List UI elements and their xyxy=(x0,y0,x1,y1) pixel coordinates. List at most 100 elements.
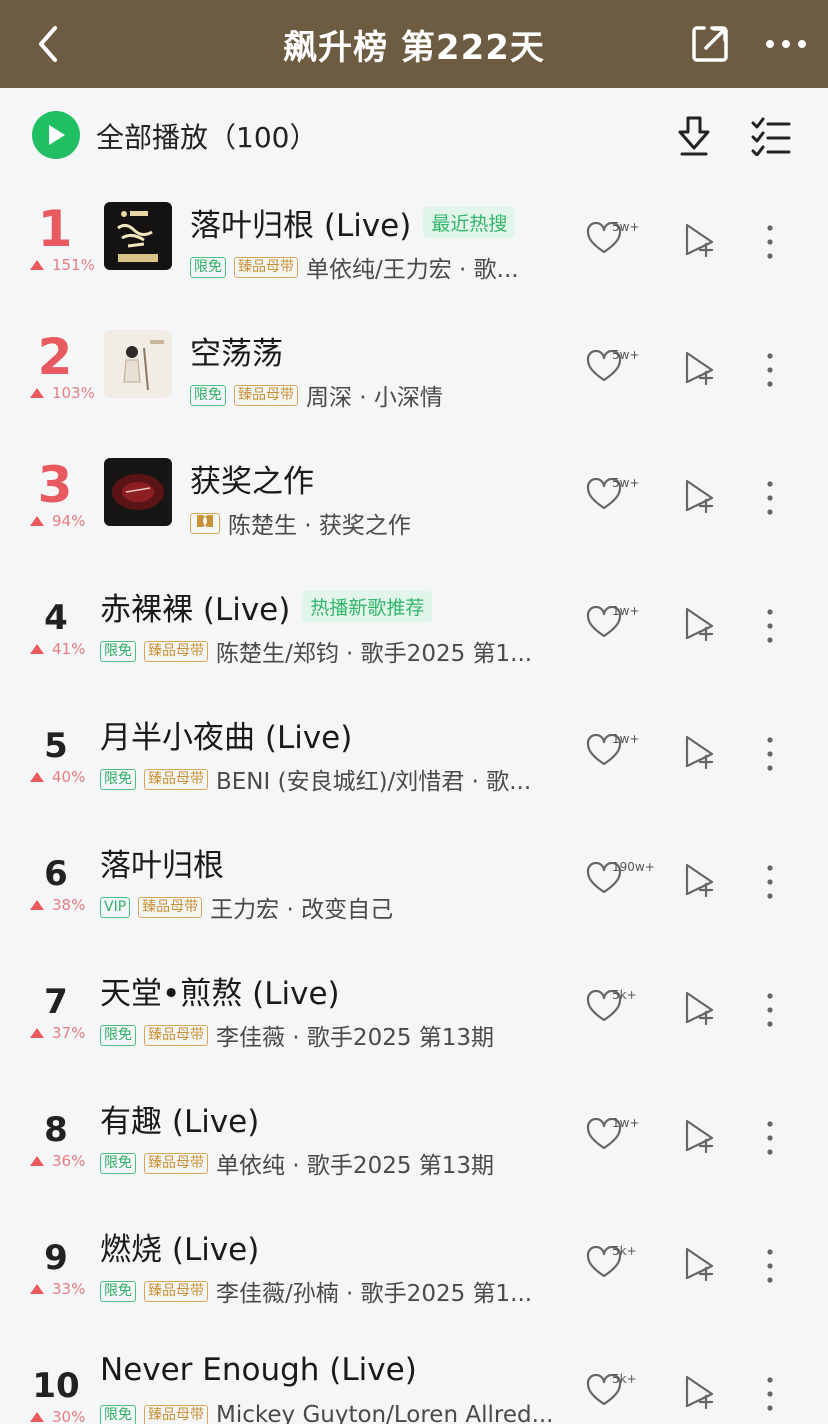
song-title[interactable]: 赤裸裸 (Live) xyxy=(100,584,290,629)
more-button[interactable] xyxy=(760,22,812,66)
row-more-icon xyxy=(767,1121,773,1155)
song-title[interactable]: 月半小夜曲 (Live) xyxy=(100,712,352,757)
share-button[interactable] xyxy=(688,22,732,66)
row-more-button[interactable] xyxy=(762,606,778,646)
like-button[interactable]: 190w+ xyxy=(586,858,656,898)
song-title[interactable]: 落叶归根 xyxy=(100,840,224,885)
song-row[interactable]: 1 151% 落叶归根 (Live) 最近热搜 限免 臻品母带 单依纯/王力宏 · 歌...… xyxy=(0,178,828,306)
song-row[interactable]: 8 36% 有趣 (Live) 限免 臻品母带 单依纯 · 歌手2025 第13期 1w+ xyxy=(0,1074,828,1202)
like-button[interactable]: 1w+ xyxy=(586,730,656,770)
row-more-icon xyxy=(767,993,773,1027)
song-meta-line: 限免 臻品母带 单依纯 · 歌手2025 第13期 xyxy=(100,1146,494,1180)
like-button[interactable]: 5w+ xyxy=(586,474,656,514)
rank-change: 94% xyxy=(30,512,85,530)
artist-album[interactable]: 单依纯/王力宏 · 歌... xyxy=(306,250,519,284)
song-row[interactable]: 4 41% 赤裸裸 (Live) 热播新歌推荐 限免 臻品母带 陈楚生/郑钧 · 歌手202… xyxy=(0,562,828,690)
song-row[interactable]: 9 33% 燃烧 (Live) 限免 臻品母带 李佳薇/孙楠 · 歌手2025 第1...… xyxy=(0,1202,828,1330)
add-to-playlist-button[interactable] xyxy=(684,478,718,514)
artist-album[interactable]: 陈楚生 · 获奖之作 xyxy=(228,506,411,540)
like-button[interactable]: 5k+ xyxy=(586,986,656,1026)
page-title: 飙升榜 第222天 xyxy=(283,27,545,68)
artist-album[interactable]: 周深 · 小深情 xyxy=(306,378,443,412)
add-to-playlist-button[interactable] xyxy=(684,1246,718,1282)
artist-album[interactable]: BENI (安良城红)/刘惜君 · 歌... xyxy=(216,762,531,796)
song-title[interactable]: 落叶归根 (Live) xyxy=(190,200,411,245)
row-more-icon xyxy=(767,1377,773,1411)
row-more-button[interactable] xyxy=(762,478,778,518)
row-more-button[interactable] xyxy=(762,350,778,390)
row-more-button[interactable] xyxy=(762,734,778,774)
row-more-button[interactable] xyxy=(762,1374,778,1414)
row-more-button[interactable] xyxy=(762,1118,778,1158)
song-meta-line: 陈楚生 · 获奖之作 xyxy=(190,506,411,540)
row-more-button[interactable] xyxy=(762,222,778,262)
row-more-button[interactable] xyxy=(762,1246,778,1286)
add-to-playlist-button[interactable] xyxy=(684,862,718,898)
back-button[interactable] xyxy=(28,22,68,66)
song-row[interactable]: 7 37% 天堂•煎熬 (Live) 限免 臻品母带 李佳薇 · 歌手2025 第13期 5… xyxy=(0,946,828,1074)
rank-number: 7 xyxy=(44,982,68,1022)
song-row[interactable]: 10 30% Never Enough (Live) 限免 臻品母带 Mickey Guy… xyxy=(0,1330,828,1424)
master-quality-badge: 臻品母带 xyxy=(138,896,203,918)
like-button[interactable]: 5k+ xyxy=(586,1370,656,1410)
artist-album[interactable]: 陈楚生/郑钧 · 歌手2025 第1... xyxy=(216,634,532,668)
play-all-label[interactable]: 全部播放（100） xyxy=(96,116,317,156)
like-button[interactable]: 5k+ xyxy=(586,1242,656,1282)
song-title[interactable]: 空荡荡 xyxy=(190,328,283,373)
add-to-playlist-icon xyxy=(685,1375,714,1410)
add-to-playlist-button[interactable] xyxy=(684,734,718,770)
album-cover[interactable] xyxy=(104,458,172,526)
song-meta-line: VIP 臻品母带 王力宏 · 改变自己 xyxy=(100,890,393,924)
song-title[interactable]: Never Enough (Live) xyxy=(100,1352,417,1388)
row-more-icon xyxy=(767,353,773,387)
song-meta-line: 限免 臻品母带 李佳薇 · 歌手2025 第13期 xyxy=(100,1018,494,1052)
like-count: 1w+ xyxy=(612,1116,640,1130)
song-meta-line: 限免 臻品母带 Mickey Guyton/Loren Allred... xyxy=(100,1402,554,1424)
like-button[interactable]: 1w+ xyxy=(586,1114,656,1154)
rank-number: 10 xyxy=(32,1366,80,1406)
song-row[interactable]: 2 103% 空荡荡 限免 臻品母带 周深 · 小深情 5w+ xyxy=(0,306,828,434)
add-to-playlist-button[interactable] xyxy=(684,1118,718,1154)
song-meta-line: 限免 臻品母带 BENI (安良城红)/刘惜君 · 歌... xyxy=(100,762,531,796)
free-badge: 限免 xyxy=(100,768,136,790)
song-row[interactable]: 3 94% 获奖之作 陈楚生 · 获奖之作 5w+ xyxy=(0,434,828,562)
add-to-playlist-button[interactable] xyxy=(684,606,718,642)
song-title[interactable]: 有趣 (Live) xyxy=(100,1096,259,1141)
play-all-button[interactable] xyxy=(32,111,80,159)
song-title[interactable]: 获奖之作 xyxy=(190,456,314,501)
play-icon xyxy=(49,125,65,145)
artist-album[interactable]: Mickey Guyton/Loren Allred... xyxy=(216,1402,554,1424)
song-row[interactable]: 5 40% 月半小夜曲 (Live) 限免 臻品母带 BENI (安良城红)/刘惜君 · … xyxy=(0,690,828,818)
add-to-playlist-icon xyxy=(685,1119,714,1154)
song-title[interactable]: 燃烧 (Live) xyxy=(100,1224,259,1269)
add-to-playlist-icon xyxy=(685,863,714,898)
row-more-icon xyxy=(767,865,773,899)
artist-album[interactable]: 王力宏 · 改变自己 xyxy=(210,890,393,924)
add-to-playlist-button[interactable] xyxy=(684,1374,718,1410)
rank-change-percent: 94% xyxy=(52,512,86,530)
rank-up-icon xyxy=(30,772,44,782)
album-cover[interactable] xyxy=(104,202,172,270)
add-to-playlist-button[interactable] xyxy=(684,222,718,258)
add-to-playlist-button[interactable] xyxy=(684,350,718,386)
add-to-playlist-button[interactable] xyxy=(684,990,718,1026)
artist-album[interactable]: 单依纯 · 歌手2025 第13期 xyxy=(216,1146,494,1180)
row-more-button[interactable] xyxy=(762,862,778,902)
song-row[interactable]: 6 38% 落叶归根 VIP 臻品母带 王力宏 · 改变自己 190w+ xyxy=(0,818,828,946)
artist-album[interactable]: 李佳薇 · 歌手2025 第13期 xyxy=(216,1018,494,1052)
row-more-button[interactable] xyxy=(762,990,778,1030)
master-quality-badge: 臻品母带 xyxy=(234,384,298,406)
album-cover[interactable] xyxy=(104,330,172,398)
rank-change-percent: 38% xyxy=(52,896,86,914)
song-title-line: 天堂•煎熬 (Live) xyxy=(100,968,340,1013)
rank-change: 103% xyxy=(30,384,95,402)
free-badge: 限免 xyxy=(190,256,226,278)
song-title[interactable]: 天堂•煎熬 (Live) xyxy=(100,968,340,1013)
download-button[interactable] xyxy=(674,114,714,158)
like-button[interactable]: 1w+ xyxy=(586,602,656,642)
multi-select-button[interactable] xyxy=(750,116,792,157)
artist-album[interactable]: 李佳薇/孙楠 · 歌手2025 第1... xyxy=(216,1274,532,1308)
like-button[interactable]: 5w+ xyxy=(586,218,656,258)
like-button[interactable]: 5w+ xyxy=(586,346,656,386)
song-meta-line: 限免 臻品母带 单依纯/王力宏 · 歌... xyxy=(190,250,519,284)
